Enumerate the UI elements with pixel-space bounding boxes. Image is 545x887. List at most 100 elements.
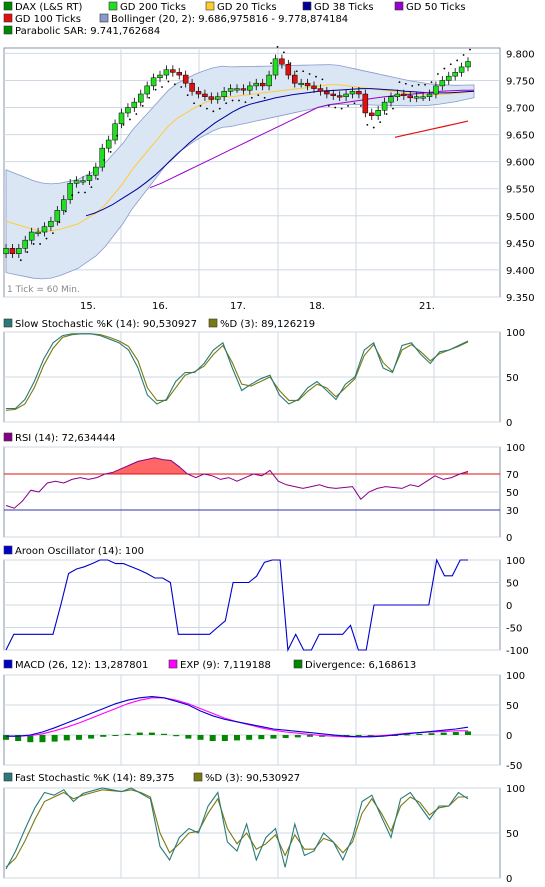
legend-label: EXP (9): 7,119188 bbox=[180, 660, 271, 671]
sar-dot bbox=[398, 81, 401, 84]
candle-body bbox=[311, 85, 317, 89]
sar-dot bbox=[212, 110, 215, 113]
candle-body bbox=[446, 75, 452, 81]
sar-dot bbox=[289, 62, 292, 65]
sar-dot bbox=[141, 105, 144, 107]
divergence-bar bbox=[185, 735, 192, 739]
divergence-bar bbox=[112, 735, 119, 736]
candle-body bbox=[73, 180, 80, 184]
sar-dot bbox=[129, 118, 131, 121]
candle-body bbox=[150, 77, 157, 87]
aroon_panel-y-tick-label: -100 bbox=[506, 646, 529, 657]
legend-swatch bbox=[3, 545, 13, 555]
candle-body bbox=[279, 58, 285, 65]
candle-body bbox=[202, 93, 208, 97]
sar-dot bbox=[206, 107, 208, 110]
candle-body bbox=[118, 112, 125, 125]
sar-dot bbox=[430, 81, 433, 84]
candle-body bbox=[28, 231, 35, 241]
legend-swatch bbox=[394, 1, 404, 11]
x-tick-label: 18. bbox=[309, 301, 325, 312]
legend-label: Aroon Oscillator (14): 100 bbox=[15, 546, 144, 557]
legend-swatch bbox=[3, 25, 13, 35]
divergence-bar bbox=[294, 735, 301, 738]
sar-dot bbox=[52, 232, 54, 235]
tick-note: 1 Tick = 60 Min. bbox=[7, 285, 80, 295]
divergence-bar bbox=[440, 732, 447, 735]
macd_panel-y-tick-label: 100 bbox=[506, 671, 525, 682]
price-y-tick-label: 9.650 bbox=[506, 131, 535, 142]
sar-dot bbox=[103, 159, 106, 161]
divergence-bar bbox=[39, 735, 46, 743]
candle-body bbox=[439, 80, 446, 87]
divergence-bar bbox=[88, 735, 95, 739]
candle-body bbox=[195, 91, 202, 95]
sar-dot bbox=[372, 126, 375, 129]
price-y-tick-label: 9.500 bbox=[506, 212, 535, 223]
sar-dot bbox=[263, 96, 266, 99]
price-y-tick-label: 9.350 bbox=[506, 293, 535, 304]
sar-dot bbox=[19, 259, 22, 262]
candle-body bbox=[234, 88, 240, 91]
sar-dot bbox=[109, 151, 112, 153]
stoch_fast_panel-y-tick-label: 100 bbox=[506, 784, 525, 795]
legend-swatch bbox=[302, 1, 312, 11]
candle-body bbox=[99, 147, 105, 168]
divergence-bar bbox=[51, 735, 58, 742]
sar-dot bbox=[327, 105, 330, 107]
divergence-bar bbox=[355, 735, 362, 736]
candle-body bbox=[247, 85, 253, 91]
sar-dot bbox=[64, 210, 67, 213]
candle-body bbox=[465, 61, 471, 68]
legend-label: Divergence: 6,168613 bbox=[305, 660, 416, 671]
candle-body bbox=[394, 93, 401, 97]
sar-dot bbox=[302, 70, 305, 73]
sar-dot bbox=[353, 102, 356, 105]
sar-dot bbox=[449, 63, 452, 66]
candle-body bbox=[227, 88, 234, 92]
candle-body bbox=[362, 93, 369, 114]
sar-dot bbox=[404, 82, 407, 85]
sar-dot bbox=[26, 251, 29, 253]
divergence-bar bbox=[173, 735, 180, 737]
sar-dot bbox=[39, 243, 41, 245]
candle-body bbox=[413, 96, 420, 99]
candle-body bbox=[208, 96, 215, 100]
legend-swatch bbox=[108, 1, 118, 11]
macd_panel-y-tick-label: -50 bbox=[506, 761, 522, 772]
candle-body bbox=[388, 96, 394, 103]
legend-label: Parabolic SAR: 9.741,762684 bbox=[15, 26, 160, 37]
candle-body bbox=[144, 85, 150, 95]
legend-label: GD 200 Ticks bbox=[120, 2, 186, 13]
candle-body bbox=[189, 82, 195, 92]
candle-body bbox=[112, 123, 118, 141]
candle-body bbox=[67, 183, 73, 200]
candle-body bbox=[292, 74, 298, 84]
sar-dot bbox=[122, 123, 125, 126]
legend-label: DAX (L&S RT) bbox=[15, 2, 83, 13]
candle-body bbox=[16, 248, 22, 254]
candle-body bbox=[240, 88, 247, 91]
legend-swatch bbox=[205, 1, 215, 11]
stoch_slow_panel-y-tick-label: 50 bbox=[506, 373, 519, 384]
candle-body bbox=[105, 139, 112, 149]
legend-label: GD 50 Ticks bbox=[406, 2, 466, 13]
sar-dot bbox=[116, 134, 118, 137]
sar-dot bbox=[417, 83, 420, 86]
legend-label: Bollinger (20, 2): 9.686,975816 - 9.778,… bbox=[111, 14, 348, 25]
sar-dot bbox=[161, 86, 163, 88]
divergence-bar bbox=[197, 735, 204, 740]
divergence-bar bbox=[161, 733, 168, 735]
candle-body bbox=[375, 110, 381, 116]
legend-label: GD 20 Ticks bbox=[217, 2, 277, 13]
candle-body bbox=[182, 74, 189, 84]
candle-body bbox=[54, 210, 61, 222]
sar-dot bbox=[186, 94, 189, 96]
candle-body bbox=[458, 66, 465, 73]
divergence-bar bbox=[234, 735, 240, 741]
sar-dot bbox=[199, 105, 202, 107]
stoch_slow_panel-y-tick-label: 0 bbox=[506, 418, 512, 429]
sar-dot bbox=[154, 88, 157, 91]
candle-body bbox=[35, 231, 41, 234]
stoch_fast_panel-y-tick-label: 0 bbox=[506, 874, 512, 885]
